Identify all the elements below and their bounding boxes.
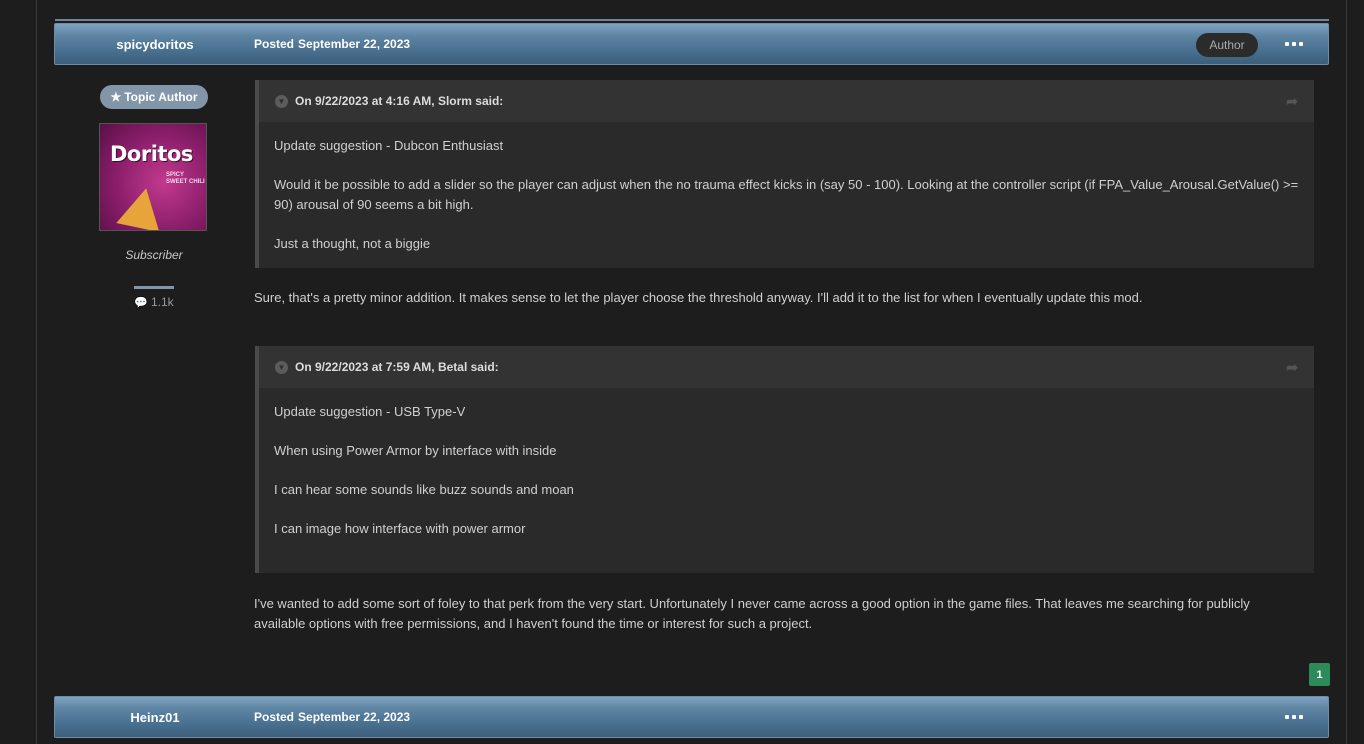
- quote-line: Just a thought, not a biggie: [274, 235, 431, 251]
- quote-line: Update suggestion - Dubcon Enthusiast: [274, 138, 504, 153]
- quote-citation: On 9/22/2023 at 7:59 AM, Betal said:: [295, 360, 499, 374]
- quote-body: Update suggestion - Dubcon Enthusiast Wo…: [259, 122, 1314, 253]
- quote-block: ▼ On 9/22/2023 at 7:59 AM, Betal said: ➦…: [255, 346, 1314, 573]
- topic-author-badge: ★ Topic Author: [100, 85, 208, 109]
- post-username[interactable]: Heinz01: [55, 697, 255, 737]
- quote-header[interactable]: ▼ On 9/22/2023 at 4:16 AM, Slorm said: ➦: [259, 80, 1314, 122]
- share-arrow-icon[interactable]: ➦: [1286, 93, 1298, 110]
- comment-bubble-icon: 💬: [134, 297, 148, 309]
- right-rail: [1346, 0, 1347, 744]
- post-count[interactable]: 💬 1.1k: [54, 295, 254, 309]
- member-title: Subscriber: [125, 248, 183, 262]
- reply-text: I've wanted to add some sort of foley to…: [254, 596, 1250, 631]
- avatar-flavor-text: SPICY SWEET CHILI: [166, 172, 205, 185]
- quote-header[interactable]: ▼ On 9/22/2023 at 7:59 AM, Betal said: ➦: [259, 346, 1314, 388]
- post-header: spicydoritos Posted September 22, 2023 A…: [54, 23, 1329, 65]
- left-rail: [36, 0, 37, 744]
- post-username[interactable]: spicydoritos: [55, 24, 255, 64]
- reaction-count-badge[interactable]: 1: [1309, 663, 1330, 686]
- collapse-chevron-icon[interactable]: ▼: [275, 360, 288, 374]
- topic-author-label: Topic Author: [124, 90, 198, 104]
- star-icon: ★: [110, 90, 122, 104]
- quote-body: Update suggestion - USB Type-V When usin…: [259, 388, 1314, 539]
- quote-line: I can image how interface with power arm…: [274, 521, 526, 536]
- author-badge: Author: [1196, 33, 1258, 57]
- post-count-value: 1.1k: [151, 295, 174, 309]
- post-header: Heinz01 Posted September 22, 2023: [54, 696, 1329, 738]
- avatar-logo-text: Doritos: [110, 142, 193, 166]
- divider-line: [55, 19, 1329, 21]
- reputation-bar: [134, 286, 174, 289]
- more-options-icon[interactable]: [1285, 37, 1303, 51]
- quote-line: I can hear some sounds like buzz sounds …: [274, 482, 574, 497]
- post-date[interactable]: Posted September 22, 2023: [254, 697, 410, 737]
- quote-line: Update suggestion - USB Type-V: [274, 404, 466, 419]
- reply-text: Sure, that's a pretty minor addition. It…: [254, 290, 1143, 305]
- posted-label: Posted: [254, 37, 295, 51]
- posted-date: September 22, 2023: [298, 710, 411, 724]
- share-arrow-icon[interactable]: ➦: [1286, 359, 1298, 376]
- post-date[interactable]: Posted September 22, 2023: [254, 24, 410, 64]
- avatar[interactable]: Doritos SPICY SWEET CHILI: [99, 123, 207, 231]
- posted-label: Posted: [254, 710, 295, 724]
- more-options-icon[interactable]: [1285, 710, 1303, 724]
- chip-graphic: [116, 183, 168, 230]
- quote-block: ▼ On 9/22/2023 at 4:16 AM, Slorm said: ➦…: [255, 80, 1314, 268]
- quote-citation: On 9/22/2023 at 4:16 AM, Slorm said:: [295, 94, 504, 108]
- quote-line: When using Power Armor by interface with…: [274, 443, 557, 458]
- collapse-chevron-icon[interactable]: ▼: [275, 94, 288, 108]
- quote-line: Would it be possible to add a slider so …: [274, 177, 1299, 212]
- posted-date: September 22, 2023: [298, 37, 411, 51]
